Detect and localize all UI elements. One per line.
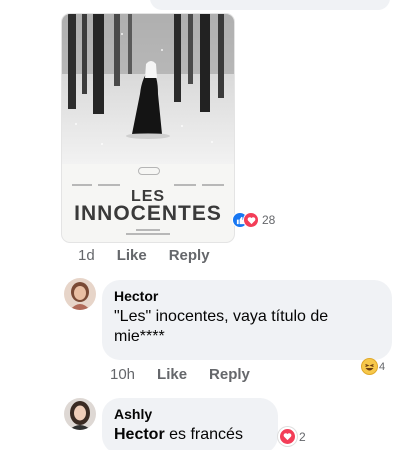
snowy-forest-scene bbox=[62, 14, 234, 164]
comment-text-ashly: Hector es francés bbox=[114, 425, 266, 445]
hector-reaction-count: 4 bbox=[379, 360, 386, 373]
ashly-comment-reactions[interactable]: 2 bbox=[278, 427, 306, 446]
hector-timestamp[interactable]: 10h bbox=[110, 366, 135, 383]
post-reaction-count: 28 bbox=[262, 213, 276, 227]
hector-action-row: 10h Like Reply bbox=[110, 366, 272, 383]
previous-comment-bubble bbox=[150, 0, 390, 10]
poster-director-credit bbox=[126, 229, 170, 235]
ashly-comment-body: es francés bbox=[164, 426, 243, 443]
ashly-avatar[interactable] bbox=[64, 398, 96, 430]
post-reactions[interactable]: 28 bbox=[232, 212, 275, 228]
hector-reply-button[interactable]: Reply bbox=[209, 366, 250, 383]
hector-avatar[interactable] bbox=[64, 278, 96, 310]
comment-author-ashly[interactable]: Ashly bbox=[114, 406, 266, 422]
post-reply-button[interactable]: Reply bbox=[169, 247, 210, 264]
love-icon bbox=[243, 212, 259, 228]
haha-icon bbox=[361, 358, 378, 375]
poster-title-line2: INNOCENTES bbox=[74, 202, 222, 225]
comment-text-hector: "Les" inocentes, vaya título de mie**** bbox=[114, 308, 329, 345]
post-timestamp[interactable]: 1d bbox=[78, 247, 95, 264]
movie-poster-image[interactable]: LES INNOCENTES bbox=[62, 14, 234, 242]
post-like-button[interactable]: Like bbox=[117, 247, 147, 264]
festival-laurel-icon bbox=[138, 167, 160, 175]
comment-author-hector[interactable]: Hector bbox=[114, 288, 380, 304]
love-icon bbox=[278, 427, 297, 446]
mention-hector[interactable]: Hector bbox=[114, 426, 165, 443]
post-action-row: 1d Like Reply bbox=[78, 247, 232, 264]
ashly-reaction-count: 2 bbox=[299, 429, 306, 444]
hector-comment-reactions[interactable]: 4 bbox=[361, 358, 385, 375]
hector-comment-bubble: Hector "Les" inocentes, vaya título de m… bbox=[102, 280, 392, 360]
hector-like-button[interactable]: Like bbox=[157, 366, 187, 383]
ashly-comment-bubble: Ashly Hector es francés bbox=[102, 398, 278, 450]
